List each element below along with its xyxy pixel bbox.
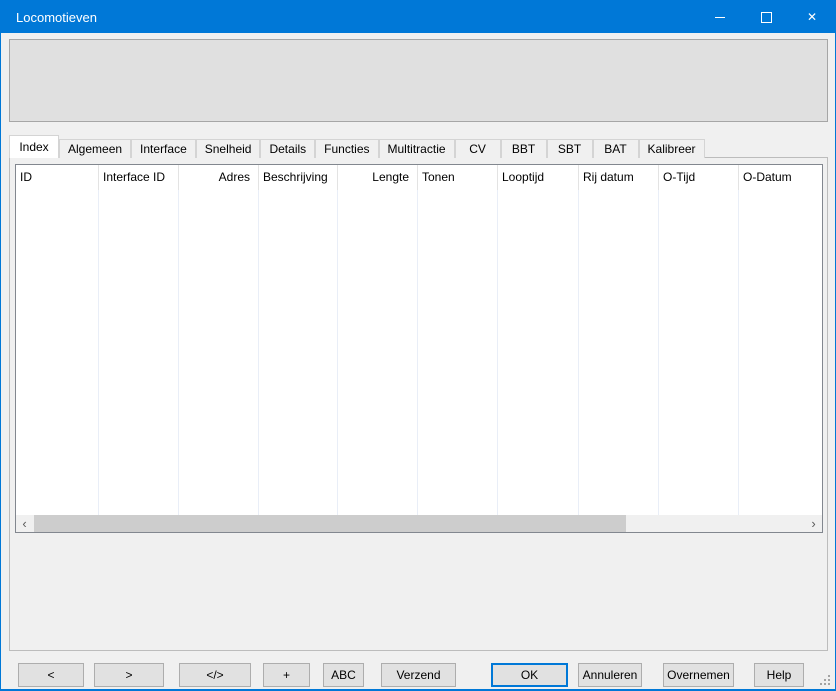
tab-sbt[interactable]: SBT bbox=[547, 139, 593, 158]
maximize-button[interactable] bbox=[743, 1, 789, 33]
column-header-o-tijd[interactable]: O-Tijd bbox=[659, 165, 739, 190]
ok-button[interactable]: OK bbox=[491, 663, 568, 687]
column-header-rij-datum[interactable]: Rij datum bbox=[579, 165, 659, 190]
column-header-lengte[interactable]: Lengte bbox=[338, 165, 418, 190]
window-title: Locomotieven bbox=[16, 10, 697, 25]
verzend-button[interactable]: Verzend bbox=[381, 663, 456, 687]
scrollbar-thumb[interactable] bbox=[34, 515, 626, 532]
tab-bat[interactable]: BAT bbox=[593, 139, 639, 158]
list-header: ID Interface ID Adres Beschrijving Lengt… bbox=[16, 165, 822, 190]
abc-button[interactable]: ABC bbox=[323, 663, 364, 687]
tab-index[interactable]: Index bbox=[9, 135, 59, 158]
column-header-beschrijving[interactable]: Beschrijving bbox=[259, 165, 338, 190]
table-column bbox=[418, 190, 498, 515]
horizontal-scrollbar[interactable]: ‹ › bbox=[16, 515, 822, 532]
maximize-icon bbox=[761, 12, 772, 23]
resize-grip[interactable] bbox=[819, 674, 830, 685]
minimize-button[interactable] bbox=[697, 1, 743, 33]
annuleren-button[interactable]: Annuleren bbox=[578, 663, 642, 687]
code-button[interactable]: </> bbox=[179, 663, 251, 687]
titlebar[interactable]: Locomotieven ✕ bbox=[1, 1, 835, 33]
prev-button[interactable]: < bbox=[18, 663, 84, 687]
table-column bbox=[739, 190, 822, 515]
locomotive-list[interactable]: ID Interface ID Adres Beschrijving Lengt… bbox=[15, 164, 823, 533]
table-column bbox=[338, 190, 418, 515]
column-header-adres[interactable]: Adres bbox=[179, 165, 259, 190]
close-icon: ✕ bbox=[807, 11, 817, 23]
tab-kalibreer[interactable]: Kalibreer bbox=[639, 139, 705, 158]
tab-details[interactable]: Details bbox=[260, 139, 315, 158]
column-header-o-datum[interactable]: O-Datum bbox=[739, 165, 822, 190]
locomotieven-dialog: Locomotieven ✕ Index Algemeen Interface … bbox=[0, 0, 836, 691]
list-body[interactable] bbox=[16, 190, 822, 515]
table-column bbox=[259, 190, 338, 515]
tab-algemeen[interactable]: Algemeen bbox=[59, 139, 131, 158]
tab-strip: Index Algemeen Interface Snelheid Detail… bbox=[9, 135, 705, 158]
scroll-right-arrow-icon[interactable]: › bbox=[805, 515, 822, 532]
column-header-looptijd[interactable]: Looptijd bbox=[498, 165, 579, 190]
next-button[interactable]: > bbox=[94, 663, 164, 687]
column-header-interface-id[interactable]: Interface ID bbox=[99, 165, 179, 190]
table-column bbox=[99, 190, 179, 515]
overnemen-button[interactable]: Overnemen bbox=[663, 663, 734, 687]
tab-functies[interactable]: Functies bbox=[315, 139, 378, 158]
table-column bbox=[579, 190, 659, 515]
column-header-id[interactable]: ID bbox=[16, 165, 99, 190]
table-column bbox=[498, 190, 579, 515]
tab-cv[interactable]: CV bbox=[455, 139, 501, 158]
minimize-icon bbox=[715, 17, 725, 18]
close-button[interactable]: ✕ bbox=[789, 1, 835, 33]
tab-interface[interactable]: Interface bbox=[131, 139, 196, 158]
table-column bbox=[16, 190, 99, 515]
table-column bbox=[179, 190, 259, 515]
tab-multitractie[interactable]: Multitractie bbox=[379, 139, 455, 158]
header-panel bbox=[9, 39, 828, 122]
tab-snelheid[interactable]: Snelheid bbox=[196, 139, 261, 158]
column-header-tonen[interactable]: Tonen bbox=[418, 165, 498, 190]
table-column bbox=[659, 190, 739, 515]
plus-button[interactable]: + bbox=[263, 663, 310, 687]
scroll-left-arrow-icon[interactable]: ‹ bbox=[16, 515, 33, 532]
help-button[interactable]: Help bbox=[754, 663, 804, 687]
tab-bbt[interactable]: BBT bbox=[501, 139, 547, 158]
